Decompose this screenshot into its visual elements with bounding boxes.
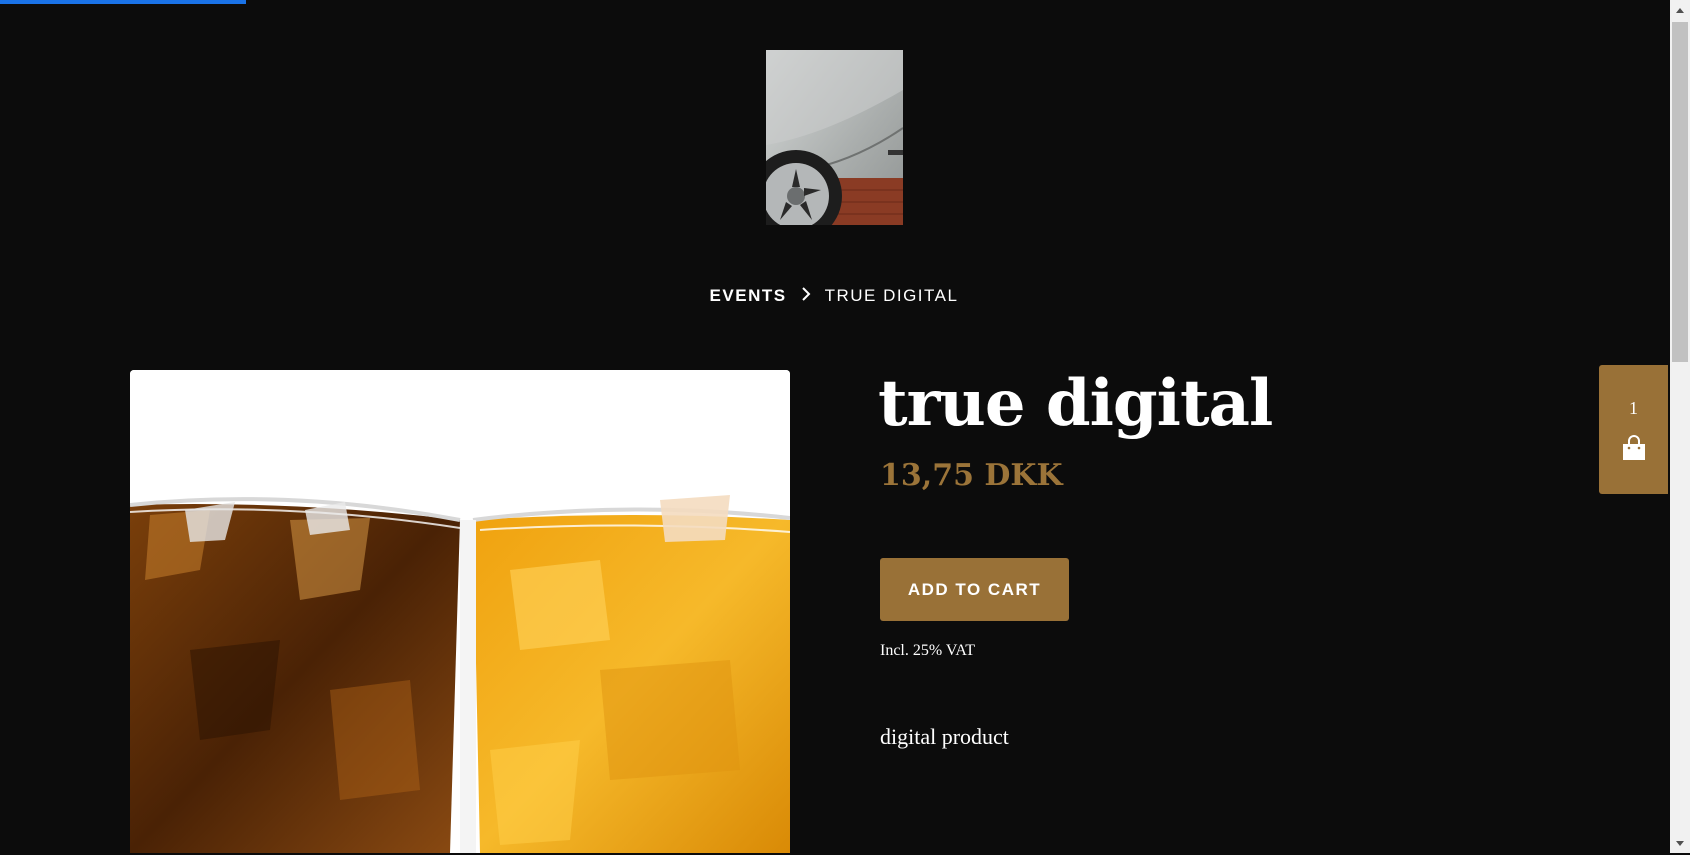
add-to-cart-button[interactable]: ADD TO CART bbox=[880, 558, 1069, 621]
product-description: digital product bbox=[880, 724, 1009, 749]
chevron-right-icon bbox=[801, 286, 811, 307]
scroll-up-arrow-icon[interactable] bbox=[1670, 3, 1690, 19]
page-loading-progress bbox=[0, 0, 246, 4]
breadcrumb-current: TRUE DIGITAL bbox=[824, 286, 959, 305]
breadcrumb-events-link[interactable]: EVENTS bbox=[710, 286, 787, 305]
cart-count: 1 bbox=[1629, 398, 1638, 418]
product-price: 13,75 DKK bbox=[880, 458, 1063, 493]
vat-note: Incl. 25% VAT bbox=[880, 642, 975, 659]
scrollbar-thumb[interactable] bbox=[1672, 22, 1688, 362]
shopping-bag-icon bbox=[1622, 435, 1646, 465]
product-title: true digital bbox=[878, 366, 1273, 441]
scroll-down-arrow-icon[interactable] bbox=[1670, 835, 1690, 851]
page-scrollbar[interactable] bbox=[1670, 0, 1690, 853]
breadcrumb: EVENTS TRUE DIGITAL bbox=[0, 286, 1668, 307]
cart-widget[interactable]: 1 bbox=[1599, 365, 1668, 494]
site-logo[interactable] bbox=[766, 50, 903, 225]
product-image[interactable] bbox=[130, 370, 790, 853]
